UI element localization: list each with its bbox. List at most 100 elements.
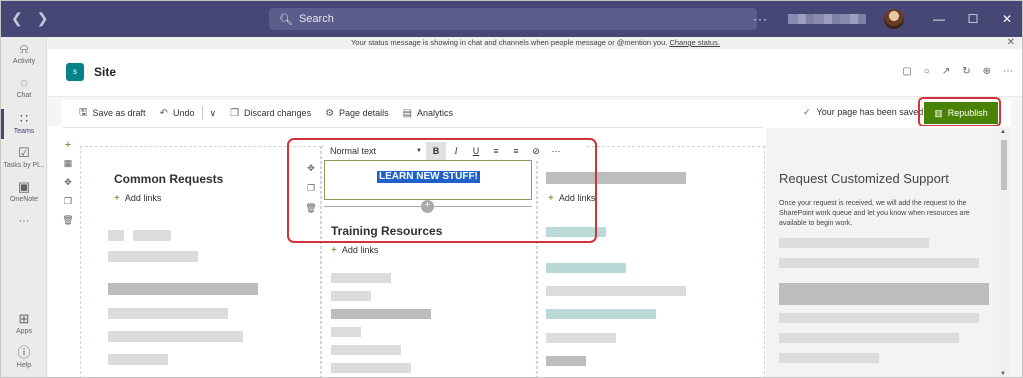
rail-item-help[interactable]: ⓘ Help [1, 345, 47, 370]
avatar[interactable] [884, 9, 904, 29]
move-icon[interactable]: ✥ [59, 177, 77, 193]
analytics-button[interactable]: ▤ Analytics [403, 108, 453, 119]
rail-item-label: Apps [16, 328, 32, 335]
search-icon: 🔍︎ [279, 13, 293, 26]
republish-button[interactable]: ▥ Republish [924, 102, 998, 124]
page-title: Site [94, 65, 117, 79]
search-input[interactable]: 🔍︎ Search [269, 8, 757, 30]
blurred-link [546, 333, 616, 343]
chevron-right-icon[interactable]: ❯ [37, 10, 49, 27]
save-status-text: Your page has been saved [816, 107, 924, 117]
add-links-label: Add links [124, 193, 162, 203]
chevron-down-icon[interactable]: ∨ [209, 108, 216, 119]
search-placeholder: Search [298, 13, 334, 25]
blurred-content [779, 258, 979, 268]
editor-highlight [287, 138, 597, 243]
blurred-content [779, 238, 929, 248]
edit-section-icon[interactable]: ▦ [59, 158, 77, 174]
rail-item-label: Teams [13, 128, 35, 135]
status-notice-bar: Your status message is showing in chat a… [48, 37, 1022, 49]
user-name [788, 14, 866, 24]
change-status-link[interactable]: Change status. [669, 38, 719, 47]
blurred-link [546, 286, 686, 296]
duplicate-icon[interactable]: ❐ [59, 196, 77, 212]
undo-label: Undo [172, 108, 195, 118]
save-draft-button[interactable]: 🖫︎ Save as draft [79, 105, 146, 122]
minimize-button[interactable]: — [922, 12, 956, 26]
plus-icon: + [331, 245, 337, 256]
app-header: s Site ▢ ○ ↗ ↻ ⊕ ⋯ [48, 49, 1022, 97]
teams-icon: ∷ [19, 111, 29, 126]
scroll-up-icon[interactable]: ▲ [1000, 129, 1006, 135]
tasks-icon: ☑ [18, 145, 30, 160]
checkmark-icon: ✓ [803, 107, 811, 117]
blurred-link [331, 309, 431, 319]
blurred-link [108, 230, 124, 241]
rail-item-apps[interactable]: ⊞ Apps [1, 311, 47, 336]
close-button[interactable]: ✕ [990, 12, 1022, 26]
header-icons: ▢ ○ ↗ ↻ ⊕ ⋯ [902, 66, 1013, 77]
rail-item-activity[interactable]: ⍾ Activity [1, 41, 47, 66]
notice-text: Your status message is showing in chat a… [351, 38, 668, 47]
more-icon[interactable]: ⋯ [1003, 66, 1013, 77]
support-panel-title: Request Customized Support [779, 171, 949, 186]
blurred-link [108, 251, 198, 262]
scroll-thumb[interactable] [1001, 140, 1007, 190]
add-links-button[interactable]: + Add links [331, 245, 378, 256]
title-bar-right: ··· — ☐ ✕ [753, 1, 1022, 37]
close-icon[interactable]: ✕ [1007, 37, 1015, 49]
rail-item-label: Tasks by Pl... [3, 162, 45, 169]
rail-item-label: Help [16, 362, 32, 369]
page-details-button[interactable]: ⚙ Page details [325, 108, 389, 119]
rail-item-chat[interactable]: ◌ Chat [1, 75, 47, 100]
more-options-button[interactable]: ··· [753, 12, 768, 26]
blurred-link [108, 308, 228, 319]
add-links-button[interactable]: + Add links [114, 193, 161, 204]
bell-icon: ⍾ [19, 41, 29, 56]
chat-icon: ◌ [20, 75, 28, 90]
republish-label: Republish [947, 108, 988, 118]
teams-window: ❮ ❯ 🔍︎ Search ··· — ☐ ✕ ⍾ Activity ◌ Cha… [0, 0, 1023, 378]
chevron-left-icon[interactable]: ❮ [11, 10, 23, 27]
conversation-icon[interactable]: ○ [924, 66, 930, 77]
site-logo: s [66, 63, 84, 81]
blurred-link [108, 354, 168, 365]
blurred-content [779, 313, 979, 323]
nav-arrows: ❮ ❯ [11, 10, 48, 27]
more-icon: ··· [18, 215, 30, 227]
blurred-content [779, 283, 989, 305]
canvas-divider [63, 127, 763, 128]
rail-item-more[interactable]: ··· [1, 215, 47, 227]
undo-button[interactable]: ↶ Undo [160, 108, 195, 119]
scrollbar[interactable]: ▲ ▼ [999, 128, 1009, 377]
rail-item-label: Activity [12, 58, 36, 65]
apps-icon: ⊞ [18, 311, 30, 326]
blurred-link [546, 356, 586, 366]
blurred-link [331, 291, 371, 301]
expand-icon[interactable]: ↗ [942, 66, 950, 77]
blurred-link [108, 283, 258, 295]
undo-icon: ↶ [159, 107, 168, 119]
refresh-icon[interactable]: ↻ [962, 66, 970, 77]
divider [202, 106, 204, 120]
scroll-down-icon[interactable]: ▼ [1000, 371, 1006, 377]
help-icon: ⓘ [17, 345, 31, 360]
page-details-label: Page details [339, 108, 389, 118]
discard-label: Discard changes [244, 108, 312, 118]
add-section-icon[interactable]: + [59, 139, 77, 155]
blurred-content [779, 333, 959, 343]
blurred-link [331, 363, 411, 373]
rail-item-onenote[interactable]: ▣ OneNote [1, 179, 47, 204]
sharepoint-icon[interactable]: ▢ [902, 66, 911, 77]
globe-icon[interactable]: ⊕ [983, 66, 991, 77]
rail-item-label: Chat [16, 92, 32, 99]
rail-item-teams[interactable]: ∷ Teams [1, 111, 47, 136]
blurred-content [779, 353, 879, 363]
analytics-icon: ▤ [402, 107, 413, 119]
delete-icon[interactable]: 🗑︎ [59, 215, 77, 231]
blurred-link [133, 230, 171, 241]
analytics-label: Analytics [417, 108, 454, 118]
rail-item-tasks[interactable]: ☑ Tasks by Pl... [1, 145, 47, 170]
maximize-button[interactable]: ☐ [956, 12, 990, 26]
discard-changes-button[interactable]: ❐ Discard changes [230, 108, 311, 119]
